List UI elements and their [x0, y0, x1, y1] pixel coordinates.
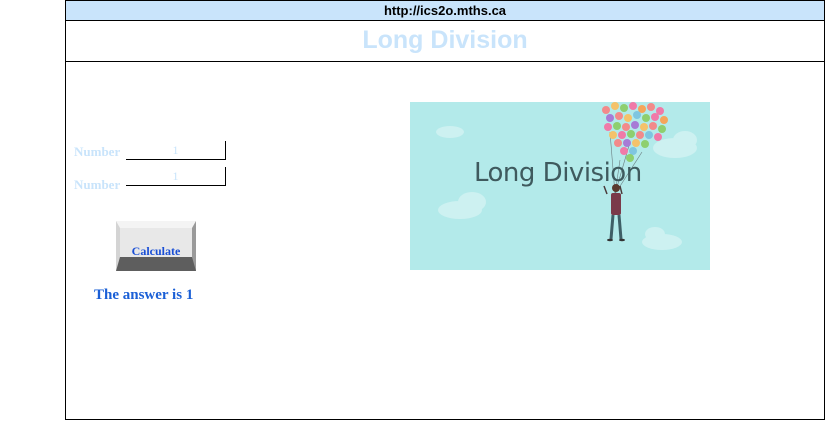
page-frame: http://ics2o.mths.ca Long Division Numbe… — [65, 0, 825, 420]
long-division-banner: Long Division — [410, 102, 710, 270]
number-input-1[interactable] — [126, 141, 226, 160]
number-label-1: Number — [74, 144, 121, 159]
number-label-2: Number — [74, 177, 121, 192]
answer-text: The answer is 1 — [94, 287, 194, 303]
url-bar[interactable]: http://ics2o.mths.ca — [66, 1, 824, 21]
banner-title: Long Division — [474, 158, 642, 188]
page-title: Long Division — [66, 21, 824, 62]
calculate-button[interactable]: Calculate — [116, 221, 196, 271]
number-input-2[interactable] — [126, 167, 226, 186]
